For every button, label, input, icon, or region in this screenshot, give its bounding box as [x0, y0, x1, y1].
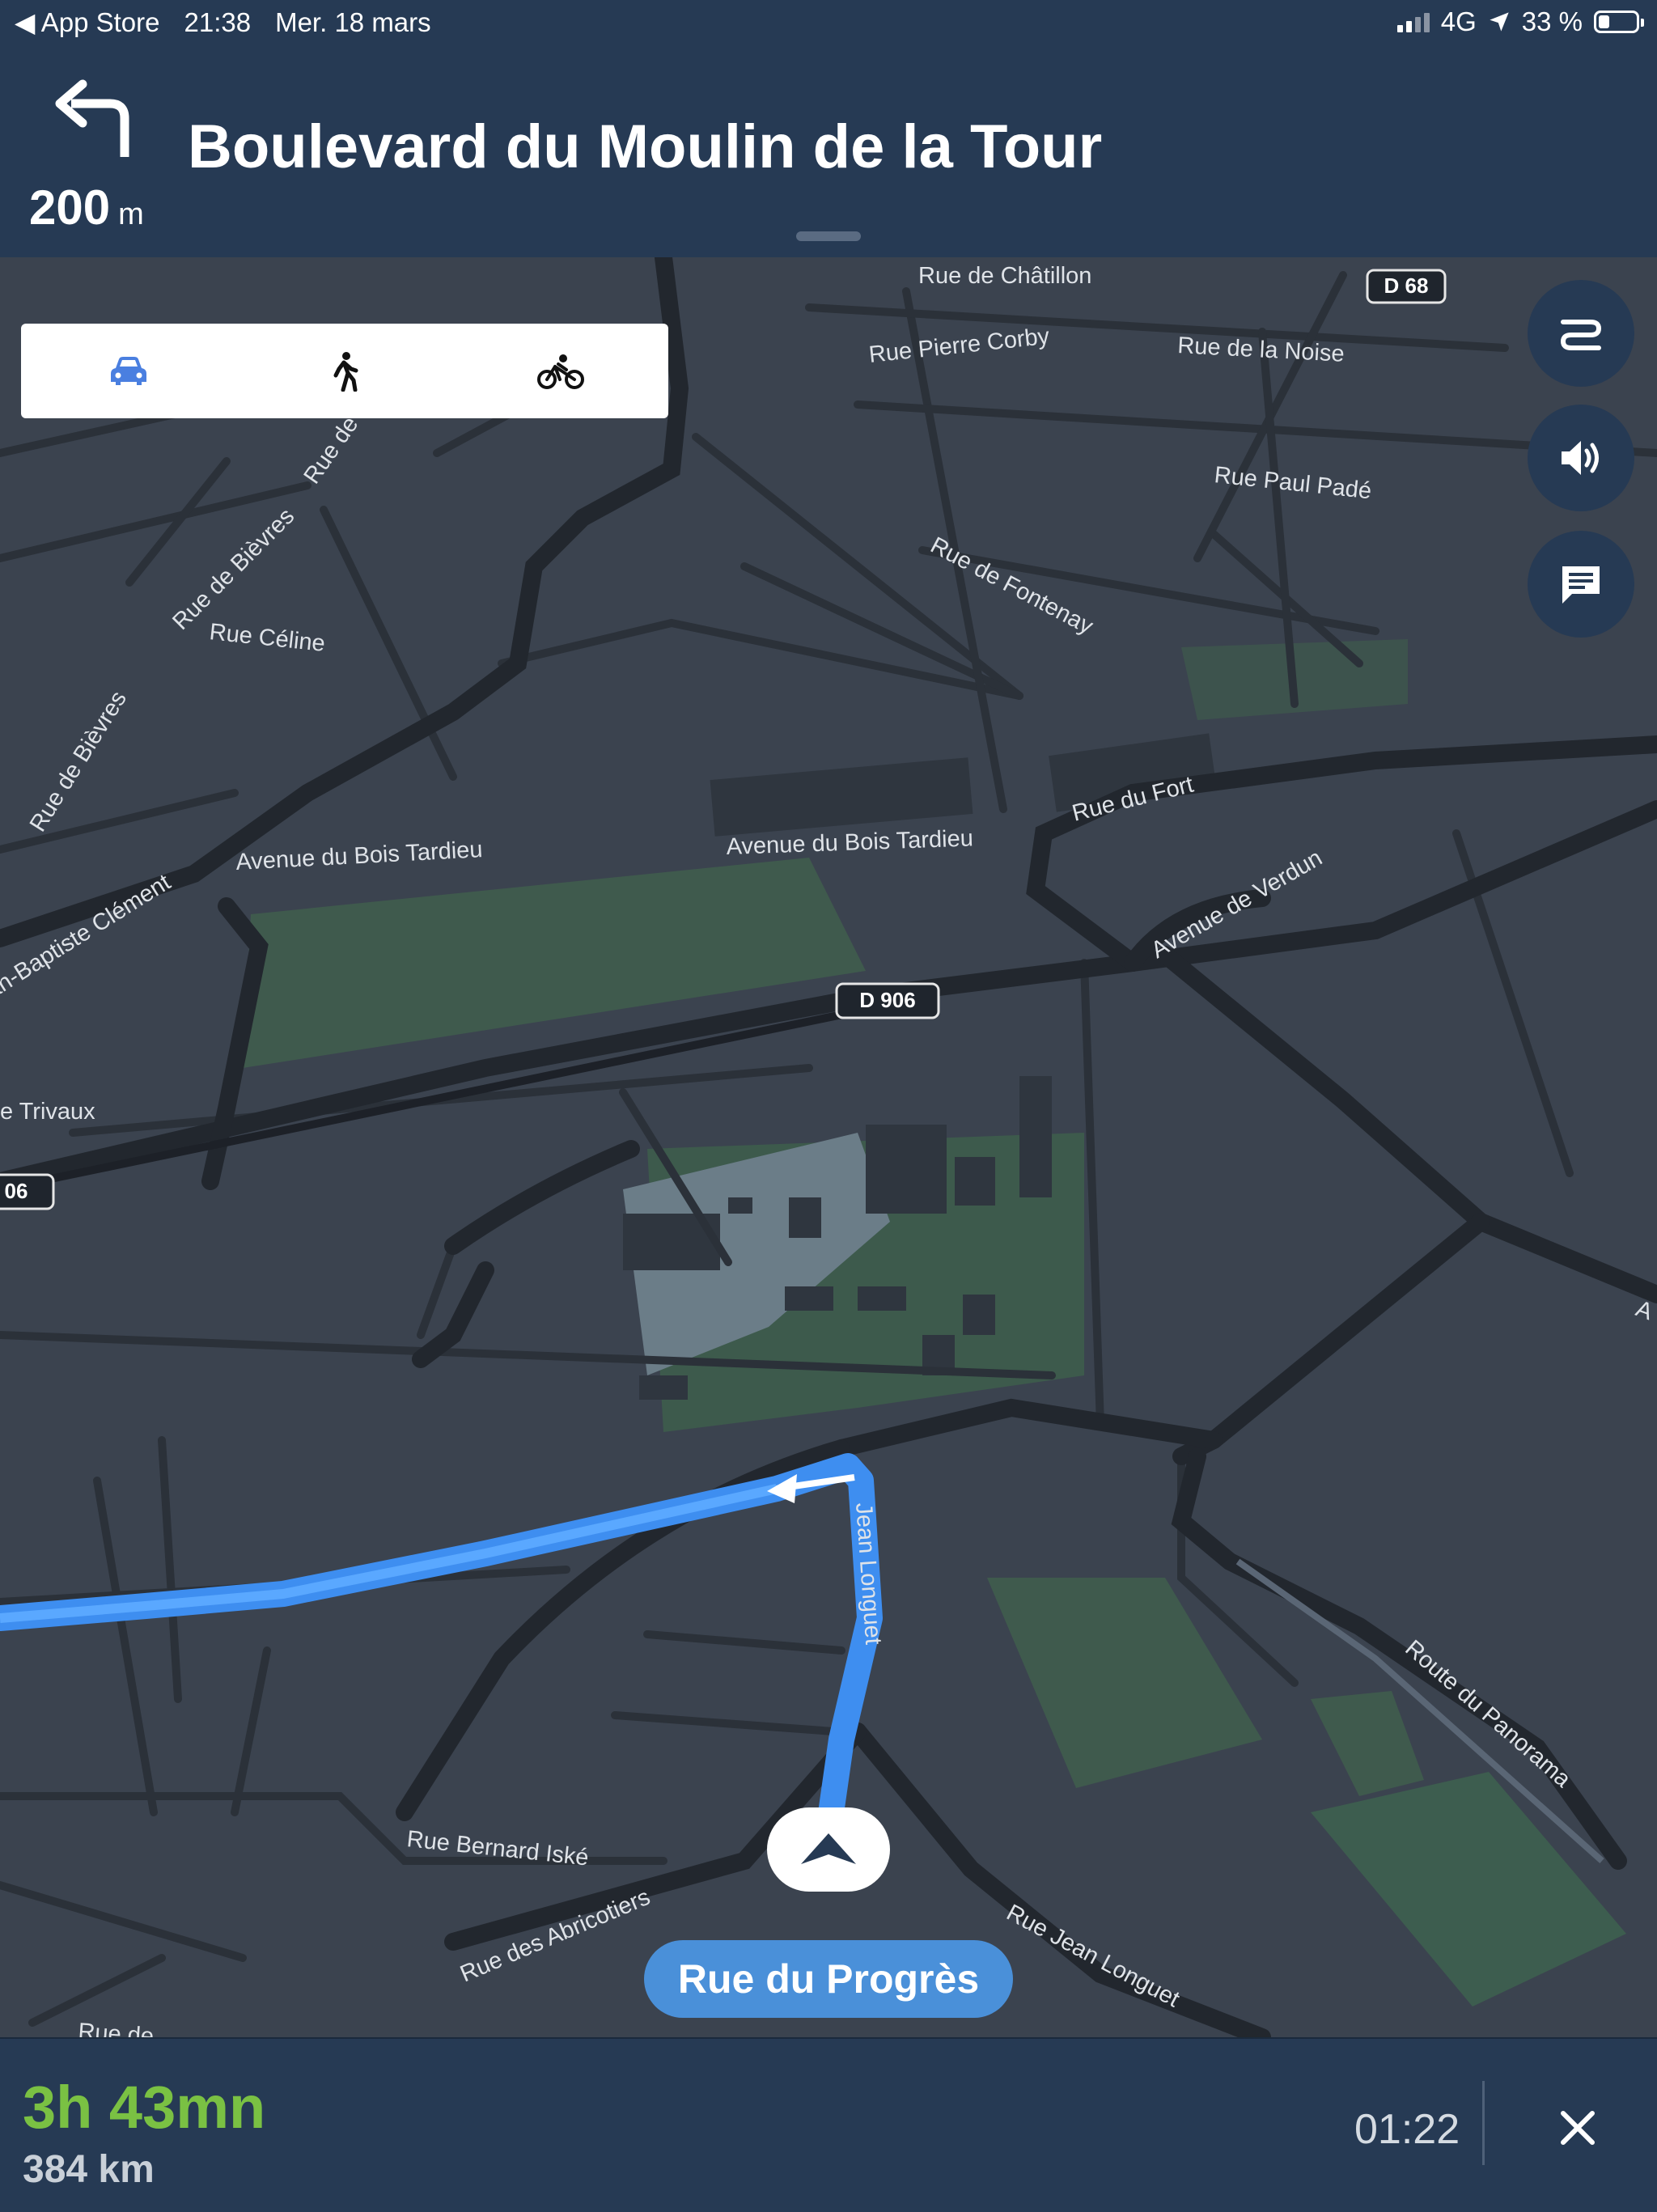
map-label: Avenue du Bois Tardieu — [235, 837, 484, 875]
map-label: Rue Céline — [208, 619, 326, 657]
report-message-button[interactable] — [1528, 531, 1634, 638]
arrival-time: 01:22 — [1354, 2106, 1460, 2153]
route-options-button[interactable] — [1528, 280, 1634, 387]
mode-bike-button[interactable] — [512, 324, 609, 418]
divider — [1482, 2081, 1485, 2165]
volume-icon — [1562, 441, 1599, 475]
remaining-distance: 384 km — [23, 2148, 155, 2191]
map-label: e Trivaux — [0, 1099, 95, 1125]
current-position-marker — [767, 1807, 890, 1892]
map-label: Rue Jean Longuet — [1002, 1900, 1184, 2013]
status-date: Mer. 18 mars — [275, 6, 431, 37]
distance-value: 200 — [29, 180, 111, 235]
battery-percent: 33 % — [1521, 6, 1583, 36]
volume-button[interactable] — [1528, 405, 1634, 511]
map-label: Rue de Châtillon — [918, 263, 1091, 289]
close-navigation-button[interactable] — [1537, 2087, 1618, 2168]
map-label: Rue de — [78, 2019, 155, 2037]
map-view[interactable]: Rue de Châtillon Rue Pierre Corby Rue de… — [0, 257, 1657, 2037]
trip-summary-bar[interactable]: 3h 43mn 384 km 01:22 — [0, 2037, 1657, 2212]
cellular-signal-icon — [1396, 11, 1430, 32]
bike-icon — [536, 354, 584, 389]
car-icon — [111, 356, 147, 385]
map-label: Rue de Fontenay — [926, 532, 1098, 640]
map-label: A — [1633, 1296, 1657, 1326]
next-street-title: Boulevard du Moulin de la Tour — [188, 112, 1103, 181]
map-label: Rue Paul Padé — [1213, 462, 1372, 504]
navigation-arrow-icon — [801, 1833, 856, 1864]
current-street-pill: Rue du Progrès — [644, 1940, 1013, 2018]
status-time: 21:38 — [184, 6, 252, 37]
navigation-header: ◀ App Store 21:38 Mer. 18 mars 4G 33 % 2… — [0, 0, 1657, 259]
mode-car-button[interactable] — [80, 324, 177, 418]
map-label: Rue de Bièvres — [25, 687, 132, 837]
sheet-grabber-handle[interactable] — [796, 231, 861, 241]
location-arrow-icon — [1490, 12, 1509, 32]
close-icon — [1561, 2111, 1595, 2145]
network-type: 4G — [1440, 6, 1477, 36]
walk-icon — [333, 351, 358, 392]
mode-walk-button[interactable] — [296, 324, 393, 418]
distance-unit: m — [118, 197, 144, 231]
turn-left-icon — [55, 79, 129, 157]
status-bar: ◀ App Store 21:38 Mer. 18 mars 4G 33 % — [0, 0, 1657, 44]
road-shield-label: D 906 — [859, 988, 915, 1012]
road-shield-label: 06 — [5, 1179, 28, 1203]
transport-mode-selector — [21, 324, 668, 418]
battery-icon — [1594, 11, 1644, 33]
map-label: Rue Pierre Corby — [867, 324, 1051, 368]
route-options-icon — [1560, 320, 1602, 350]
map-label: Route du Panorama — [1400, 1635, 1576, 1793]
maneuver-distance: 200 m — [29, 180, 144, 235]
message-icon — [1562, 566, 1600, 604]
map-canvas: Rue de Châtillon Rue Pierre Corby Rue de… — [0, 257, 1657, 2037]
road-shield-label: D 68 — [1384, 273, 1429, 298]
remaining-duration: 3h 43mn — [23, 2074, 266, 2141]
back-to-app-link[interactable]: ◀ App Store — [15, 6, 160, 38]
map-label: Rue de Bièvres — [167, 503, 299, 635]
